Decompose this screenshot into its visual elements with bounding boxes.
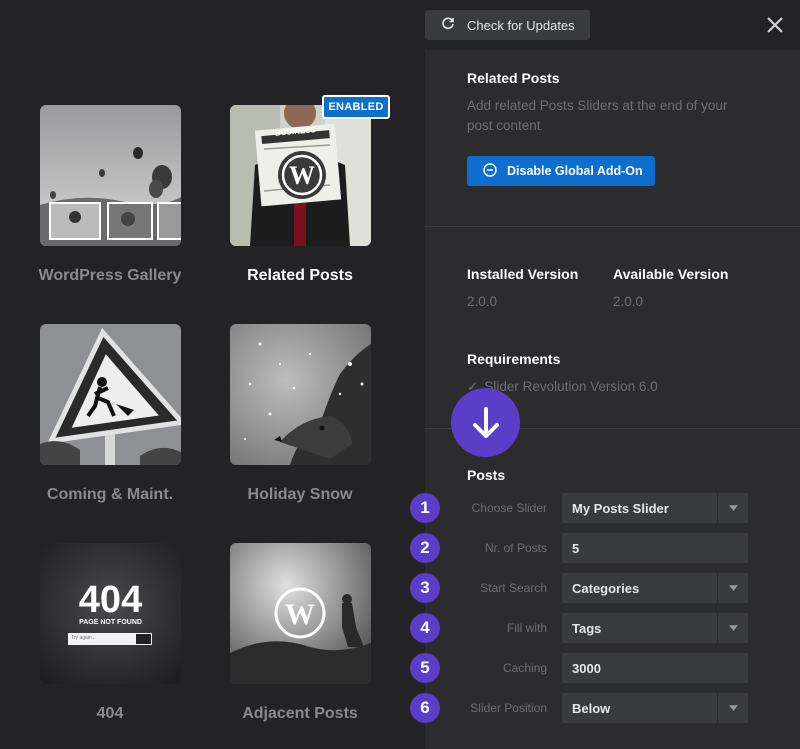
slider-position-select[interactable]: Below (562, 693, 748, 723)
addon-description-line2: post content (467, 118, 541, 133)
installed-version-label: Installed Version (467, 266, 579, 282)
enabled-badge: ENABLED (322, 95, 390, 119)
top-bar: Check for Updates (0, 0, 800, 50)
svg-text:W: W (285, 598, 315, 631)
page-404-search-placeholder: Try again... (71, 635, 96, 641)
requirement-text: Slider Revolution Version 6.0 (484, 379, 658, 394)
adjacent-posts-thumbnail: W (230, 543, 371, 684)
addon-title: Adjacent Posts (242, 705, 358, 722)
addon-title: 404 (96, 705, 124, 722)
svg-text:W: W (289, 161, 315, 190)
caching-label: Caching (502, 661, 547, 675)
holiday-snow-thumbnail (230, 324, 371, 465)
choose-slider-value: My Posts Slider (572, 500, 669, 516)
wordpress-gallery-thumbnail (40, 105, 181, 246)
start-search-label: Start Search (480, 581, 547, 595)
available-version-value: 2.0.0 (613, 294, 644, 309)
requirements-label: Requirements (467, 351, 561, 367)
nr-of-posts-input[interactable]: 5 (562, 533, 748, 563)
fill-with-label: Fill with (506, 621, 547, 635)
addon-title: Holiday Snow (247, 486, 353, 503)
close-icon[interactable] (762, 12, 788, 38)
choose-slider-select[interactable]: My Posts Slider (562, 493, 748, 523)
chevron-down-icon (717, 573, 748, 603)
check-updates-label: Check for Updates (467, 17, 575, 33)
start-search-select[interactable]: Categories (562, 573, 748, 603)
addon-title: Coming & Maint. (46, 486, 174, 503)
fill-with-select[interactable]: Tags (562, 613, 748, 643)
arrow-down-icon (451, 388, 520, 457)
divider (425, 226, 800, 227)
disable-global-addon-button[interactable]: Disable Global Add-On (467, 156, 655, 186)
related-posts-thumbnail: W BUSINESS (230, 105, 371, 246)
slider-position-label: Slider Position (470, 701, 547, 715)
disable-global-addon-label: Disable Global Add-On (507, 164, 643, 178)
chevron-down-icon (717, 493, 748, 523)
slider-position-value: Below (572, 700, 611, 716)
addon-name: Related Posts (467, 70, 560, 86)
start-search-value: Categories (572, 580, 640, 596)
page-404-thumbnail: 404 PAGE NOT FOUND Try again... (40, 543, 181, 684)
posts-section-label: Posts (467, 467, 506, 483)
check-updates-button[interactable]: Check for Updates (425, 10, 590, 40)
available-version-label: Available Version (613, 266, 729, 282)
installed-version-value: 2.0.0 (467, 294, 498, 309)
page-404-subheading: PAGE NOT FOUND (79, 619, 142, 626)
page-404-heading: 404 (78, 579, 143, 621)
refresh-icon (441, 16, 455, 34)
minus-circle-icon (483, 162, 497, 180)
addon-title: Related Posts (247, 267, 353, 284)
chevron-down-icon (717, 693, 748, 723)
caching-value: 3000 (572, 660, 601, 676)
nr-of-posts-label: Nr. of Posts (484, 541, 547, 555)
coming-maintenance-thumbnail (40, 324, 181, 465)
choose-slider-label: Choose Slider (471, 501, 547, 515)
addon-description-line1: Add related Posts Sliders at the end of … (467, 98, 728, 113)
nr-of-posts-value: 5 (572, 540, 580, 556)
fill-with-value: Tags (572, 620, 602, 636)
addon-title: WordPress Gallery (38, 267, 182, 284)
chevron-down-icon (717, 613, 748, 643)
caching-input[interactable]: 3000 (562, 653, 748, 683)
